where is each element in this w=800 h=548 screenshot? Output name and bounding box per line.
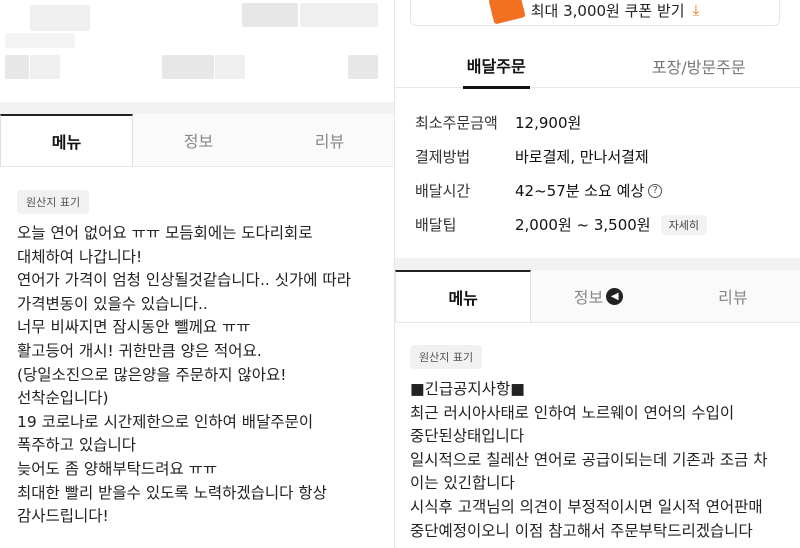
delivery-time-row: 배달시간 42~57분 소요 예상 ? bbox=[415, 180, 663, 201]
blurred-stat-4 bbox=[215, 55, 245, 79]
store-tabs: 메뉴 정보 ◀ 리뷰 bbox=[395, 270, 800, 323]
download-icon: ⤓ bbox=[692, 1, 700, 19]
tab-delivery-order-label: 배달주문 bbox=[462, 43, 530, 89]
blurred-store-logo bbox=[30, 5, 90, 31]
tab-info[interactable]: 정보 ◀ bbox=[531, 270, 666, 322]
min-order-value: 12,900원 bbox=[515, 114, 582, 132]
notice-line: 선착순입니다) bbox=[17, 389, 109, 408]
delivery-tip-label: 배달팁 bbox=[415, 216, 457, 234]
notice-line: 가격변동이 있을수 있습니다.. bbox=[17, 294, 208, 313]
tab-info[interactable]: 정보 bbox=[133, 114, 264, 166]
coupon-bag-icon bbox=[488, 0, 526, 25]
tab-pickup-order[interactable]: 포장/방문주문 bbox=[598, 44, 800, 87]
notice-line: 19 코로나로 시간제한으로 인하여 배달주문이 bbox=[17, 412, 314, 431]
notice-line: 활고등어 개시! 귀한만큼 양은 적어요. bbox=[17, 341, 262, 360]
notice-line: ■긴급공지사항■ bbox=[410, 380, 525, 398]
delivery-tip-value: 2,000원 ~ 3,500원 bbox=[515, 216, 651, 234]
tab-delivery-order[interactable]: 배달주문 bbox=[395, 43, 598, 89]
screenshot-root: 메뉴 정보 리뷰 원산지 표기 오늘 연어 없어요 ㅠㅠ 모듬회에는 도다리회로… bbox=[0, 0, 800, 548]
section-separator bbox=[0, 102, 395, 114]
tab-menu[interactable]: 메뉴 bbox=[395, 270, 532, 322]
notice-line: 이는 있긴합니다 bbox=[410, 474, 515, 493]
notice-line: (당일소진으로 많은양을 주문하지 않아요! bbox=[17, 365, 287, 384]
delivery-time-value: 42~57분 소요 예상 bbox=[515, 182, 645, 200]
notice-line: 최근 러시아사태로 인하여 노르웨이 연어의 수입이 bbox=[410, 403, 735, 422]
blurred-store-badge-2 bbox=[300, 3, 378, 27]
coupon-label: 최대 3,000원 쿠폰 받기 bbox=[530, 1, 685, 20]
notice-line: 대체하여 나갑니다! bbox=[17, 247, 143, 266]
delivery-time-label: 배달시간 bbox=[415, 182, 471, 200]
origin-label-button[interactable]: 원산지 표기 bbox=[410, 345, 483, 369]
store-notice: 오늘 연어 없어요 ㅠㅠ 모듬회에는 도다리회로 대체하여 나갑니다! 연어가 … bbox=[17, 222, 351, 529]
section-separator bbox=[395, 258, 800, 270]
min-order-label: 최소주문금액 bbox=[415, 114, 498, 132]
blurred-store-badge bbox=[242, 3, 298, 27]
blurred-store-text bbox=[5, 33, 75, 48]
notice-line: 중단예정이오니 이점 참고해서 주문부탁드리겠습니다 bbox=[410, 521, 753, 540]
tab-info-label: 정보 bbox=[183, 132, 214, 151]
store-notice: ■긴급공지사항■ 최근 러시아사태로 인하여 노르웨이 연어의 수입이 중단된상… bbox=[410, 378, 768, 543]
blurred-stat-5 bbox=[348, 55, 378, 79]
min-order-row: 최소주문금액 12,900원 bbox=[415, 112, 581, 133]
send-arrow-icon: ◀ bbox=[606, 287, 624, 305]
payment-method-row: 결제방법 바로결제, 만나서결제 bbox=[415, 146, 649, 167]
left-store-panel: 메뉴 정보 리뷰 원산지 표기 오늘 연어 없어요 ㅠㅠ 모듬회에는 도다리회로… bbox=[0, 0, 395, 548]
blurred-stat-1 bbox=[5, 55, 29, 79]
tab-review-label: 리뷰 bbox=[314, 132, 345, 151]
delivery-tip-row: 배달팁 2,000원 ~ 3,500원 자세히 bbox=[415, 214, 707, 235]
notice-line: 감사드립니다! bbox=[17, 507, 109, 526]
tab-menu[interactable]: 메뉴 bbox=[0, 114, 133, 166]
notice-line: 연어가 가격이 엄청 인상될것같습니다.. 싯가에 따라 bbox=[17, 271, 351, 290]
tab-review-label: 리뷰 bbox=[718, 288, 748, 307]
notice-line: 최대한 빨리 받을수 있도록 노력하겠습니다 항상 bbox=[17, 483, 327, 502]
right-store-panel: 최대 3,000원 쿠폰 받기 ⤓ 배달주문 포장/방문주문 최소주문금액 12… bbox=[395, 0, 800, 548]
blurred-stat-2 bbox=[30, 55, 60, 79]
tab-menu-label: 메뉴 bbox=[51, 133, 82, 152]
notice-line: 중단된상태입니다 bbox=[410, 427, 525, 446]
tab-review[interactable]: 리뷰 bbox=[264, 114, 395, 166]
tab-info-label: 정보 bbox=[573, 288, 604, 307]
order-type-tabs: 배달주문 포장/방문주문 bbox=[395, 43, 800, 89]
payment-method-label: 결제방법 bbox=[415, 148, 471, 166]
notice-line: 폭주하고 있습니다 bbox=[17, 436, 137, 455]
coupon-download-button[interactable]: 최대 3,000원 쿠폰 받기 ⤓ bbox=[410, 0, 780, 26]
notice-line: 너무 비싸지면 잠시동안 뺄께요 ㅠㅠ bbox=[17, 318, 251, 337]
tab-menu-label: 메뉴 bbox=[448, 289, 478, 308]
notice-line: 오늘 연어 없어요 ㅠㅠ 모듬회에는 도다리회로 bbox=[17, 224, 313, 242]
blurred-stat-3 bbox=[162, 55, 214, 79]
payment-method-value: 바로결제, 만나서결제 bbox=[515, 148, 649, 166]
tip-detail-button[interactable]: 자세히 bbox=[660, 214, 707, 235]
help-icon[interactable]: ? bbox=[648, 183, 663, 198]
tab-review[interactable]: 리뷰 bbox=[665, 270, 800, 322]
notice-line: 시식후 고객님의 의견이 부정적이시면 일시적 연어판매 bbox=[410, 497, 763, 516]
origin-label-button[interactable]: 원산지 표기 bbox=[17, 190, 90, 214]
store-tabs: 메뉴 정보 리뷰 bbox=[0, 114, 395, 167]
tab-pickup-order-label: 포장/방문주문 bbox=[651, 57, 746, 77]
notice-line: 일시적으로 칠레산 연어로 공급이되는데 기존과 조금 차 bbox=[410, 450, 768, 469]
notice-line: 늦어도 좀 양해부탁드려요 ㅠㅠ bbox=[17, 459, 218, 478]
